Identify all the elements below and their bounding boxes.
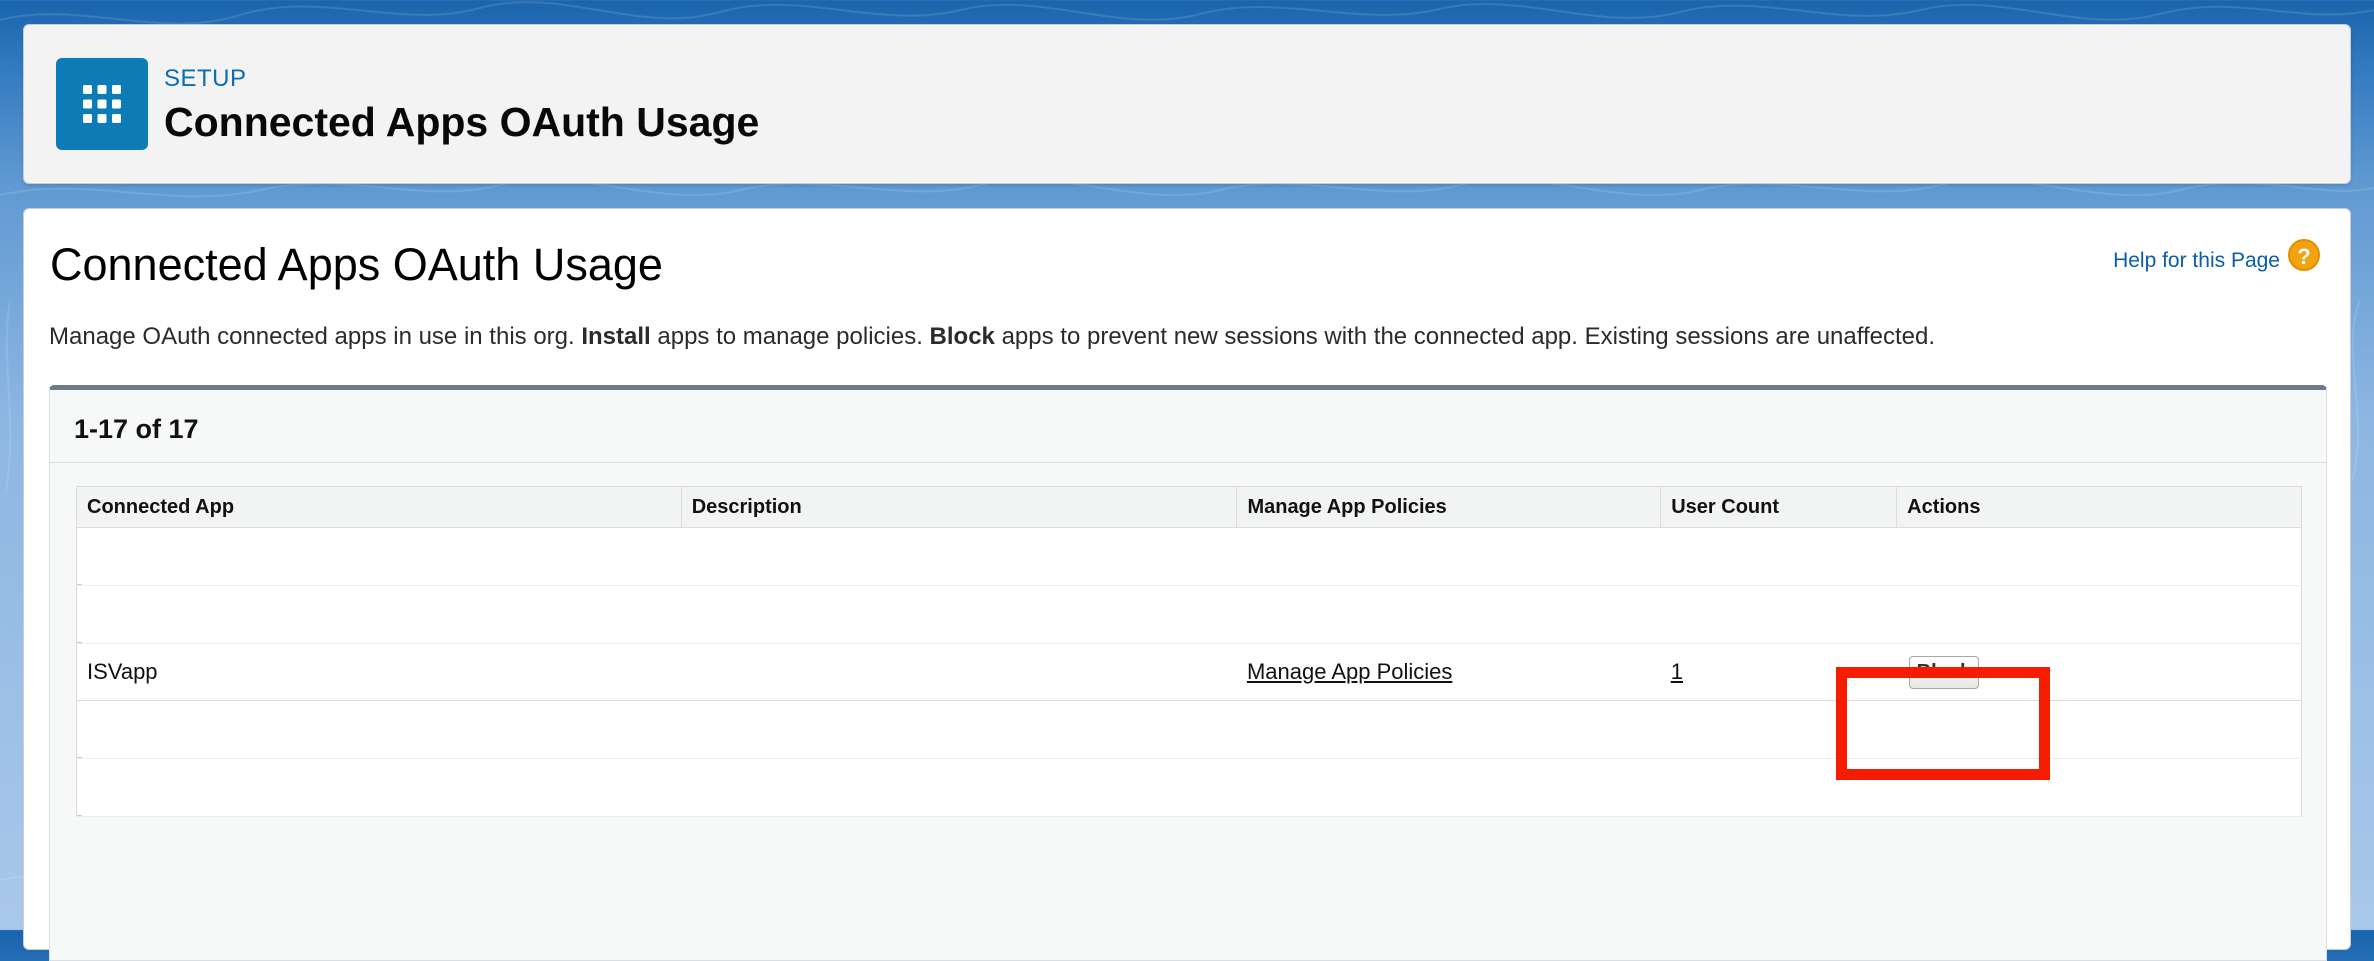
table-cell <box>1896 585 2302 644</box>
table-row <box>76 700 2302 759</box>
table-cell <box>76 700 682 759</box>
main-content: Connected Apps OAuth Usage Help for this… <box>23 208 2351 961</box>
actions-cell: Block <box>1896 643 2302 701</box>
table-cell <box>1896 700 2302 759</box>
description-text-1: Manage OAuth connected apps in use in th… <box>49 323 575 350</box>
description-bold-install: Install <box>581 323 651 350</box>
column-header-connected-app[interactable]: Connected App <box>76 486 682 528</box>
help-link[interactable]: Help for this Page <box>2113 249 2280 273</box>
setup-breadcrumb[interactable]: SETUP <box>164 65 247 93</box>
user-count-link[interactable]: 1 <box>1671 659 1683 684</box>
description-bold-block: Block <box>929 323 995 350</box>
connected-apps-table: Connected App Description Manage App Pol… <box>76 486 2302 817</box>
manage-app-policies-link[interactable]: Manage App Policies <box>1247 659 1452 684</box>
table-header-row: Connected App Description Manage App Pol… <box>76 486 2302 528</box>
user-count-cell: 1 <box>1660 643 1897 701</box>
column-header-description[interactable]: Description <box>680 486 1238 528</box>
apps-list-block: 1-17 of 17 Connected App Description Man… <box>49 385 2327 961</box>
table-cell <box>1660 527 1897 586</box>
app-grid-icon <box>56 58 148 150</box>
header-title: Connected Apps OAuth Usage <box>164 99 760 145</box>
page-header: SETUP Connected Apps OAuth Usage <box>23 24 2351 184</box>
table-cell <box>1896 527 2302 586</box>
block-button[interactable]: Block <box>1908 655 1980 689</box>
manage-policies-cell: Manage App Policies <box>1236 643 1661 701</box>
table-cell <box>1896 758 2302 817</box>
table-cell <box>1236 527 1661 586</box>
question-mark-icon[interactable]: ? <box>2288 239 2320 271</box>
page-description: Manage OAuth connected apps in use in th… <box>49 323 1935 351</box>
divider <box>50 462 2326 463</box>
column-header-user-count[interactable]: User Count <box>1660 486 1898 528</box>
table-cell <box>681 700 1237 759</box>
table-cell <box>1236 585 1661 644</box>
table-cell <box>76 758 682 817</box>
table-row <box>76 758 2302 817</box>
table-cell <box>681 527 1237 586</box>
app-description <box>681 643 1237 701</box>
table-cell <box>1660 585 1897 644</box>
table-cell <box>1660 700 1897 759</box>
table-cell <box>681 585 1237 644</box>
description-text-2: apps to manage policies. <box>657 323 923 350</box>
table-row <box>76 585 2302 644</box>
connected-app-name: ISVapp <box>76 643 682 701</box>
table-cell <box>76 585 682 644</box>
table-cell <box>1236 700 1661 759</box>
column-header-actions: Actions <box>1896 486 2302 528</box>
table-cell <box>1236 758 1661 817</box>
page-title: Connected Apps OAuth Usage <box>50 239 663 290</box>
table-row <box>76 527 2302 586</box>
table-cell <box>76 527 682 586</box>
table-cell <box>1660 758 1897 817</box>
table-cell <box>681 758 1237 817</box>
column-header-manage-app-policies[interactable]: Manage App Policies <box>1236 486 1662 528</box>
table-row-isvapp: ISVapp Manage App Policies 1 Block <box>76 643 2302 701</box>
description-text-3: apps to prevent new sessions with the co… <box>1001 323 1936 350</box>
pagination-count: 1-17 of 17 <box>74 414 199 444</box>
